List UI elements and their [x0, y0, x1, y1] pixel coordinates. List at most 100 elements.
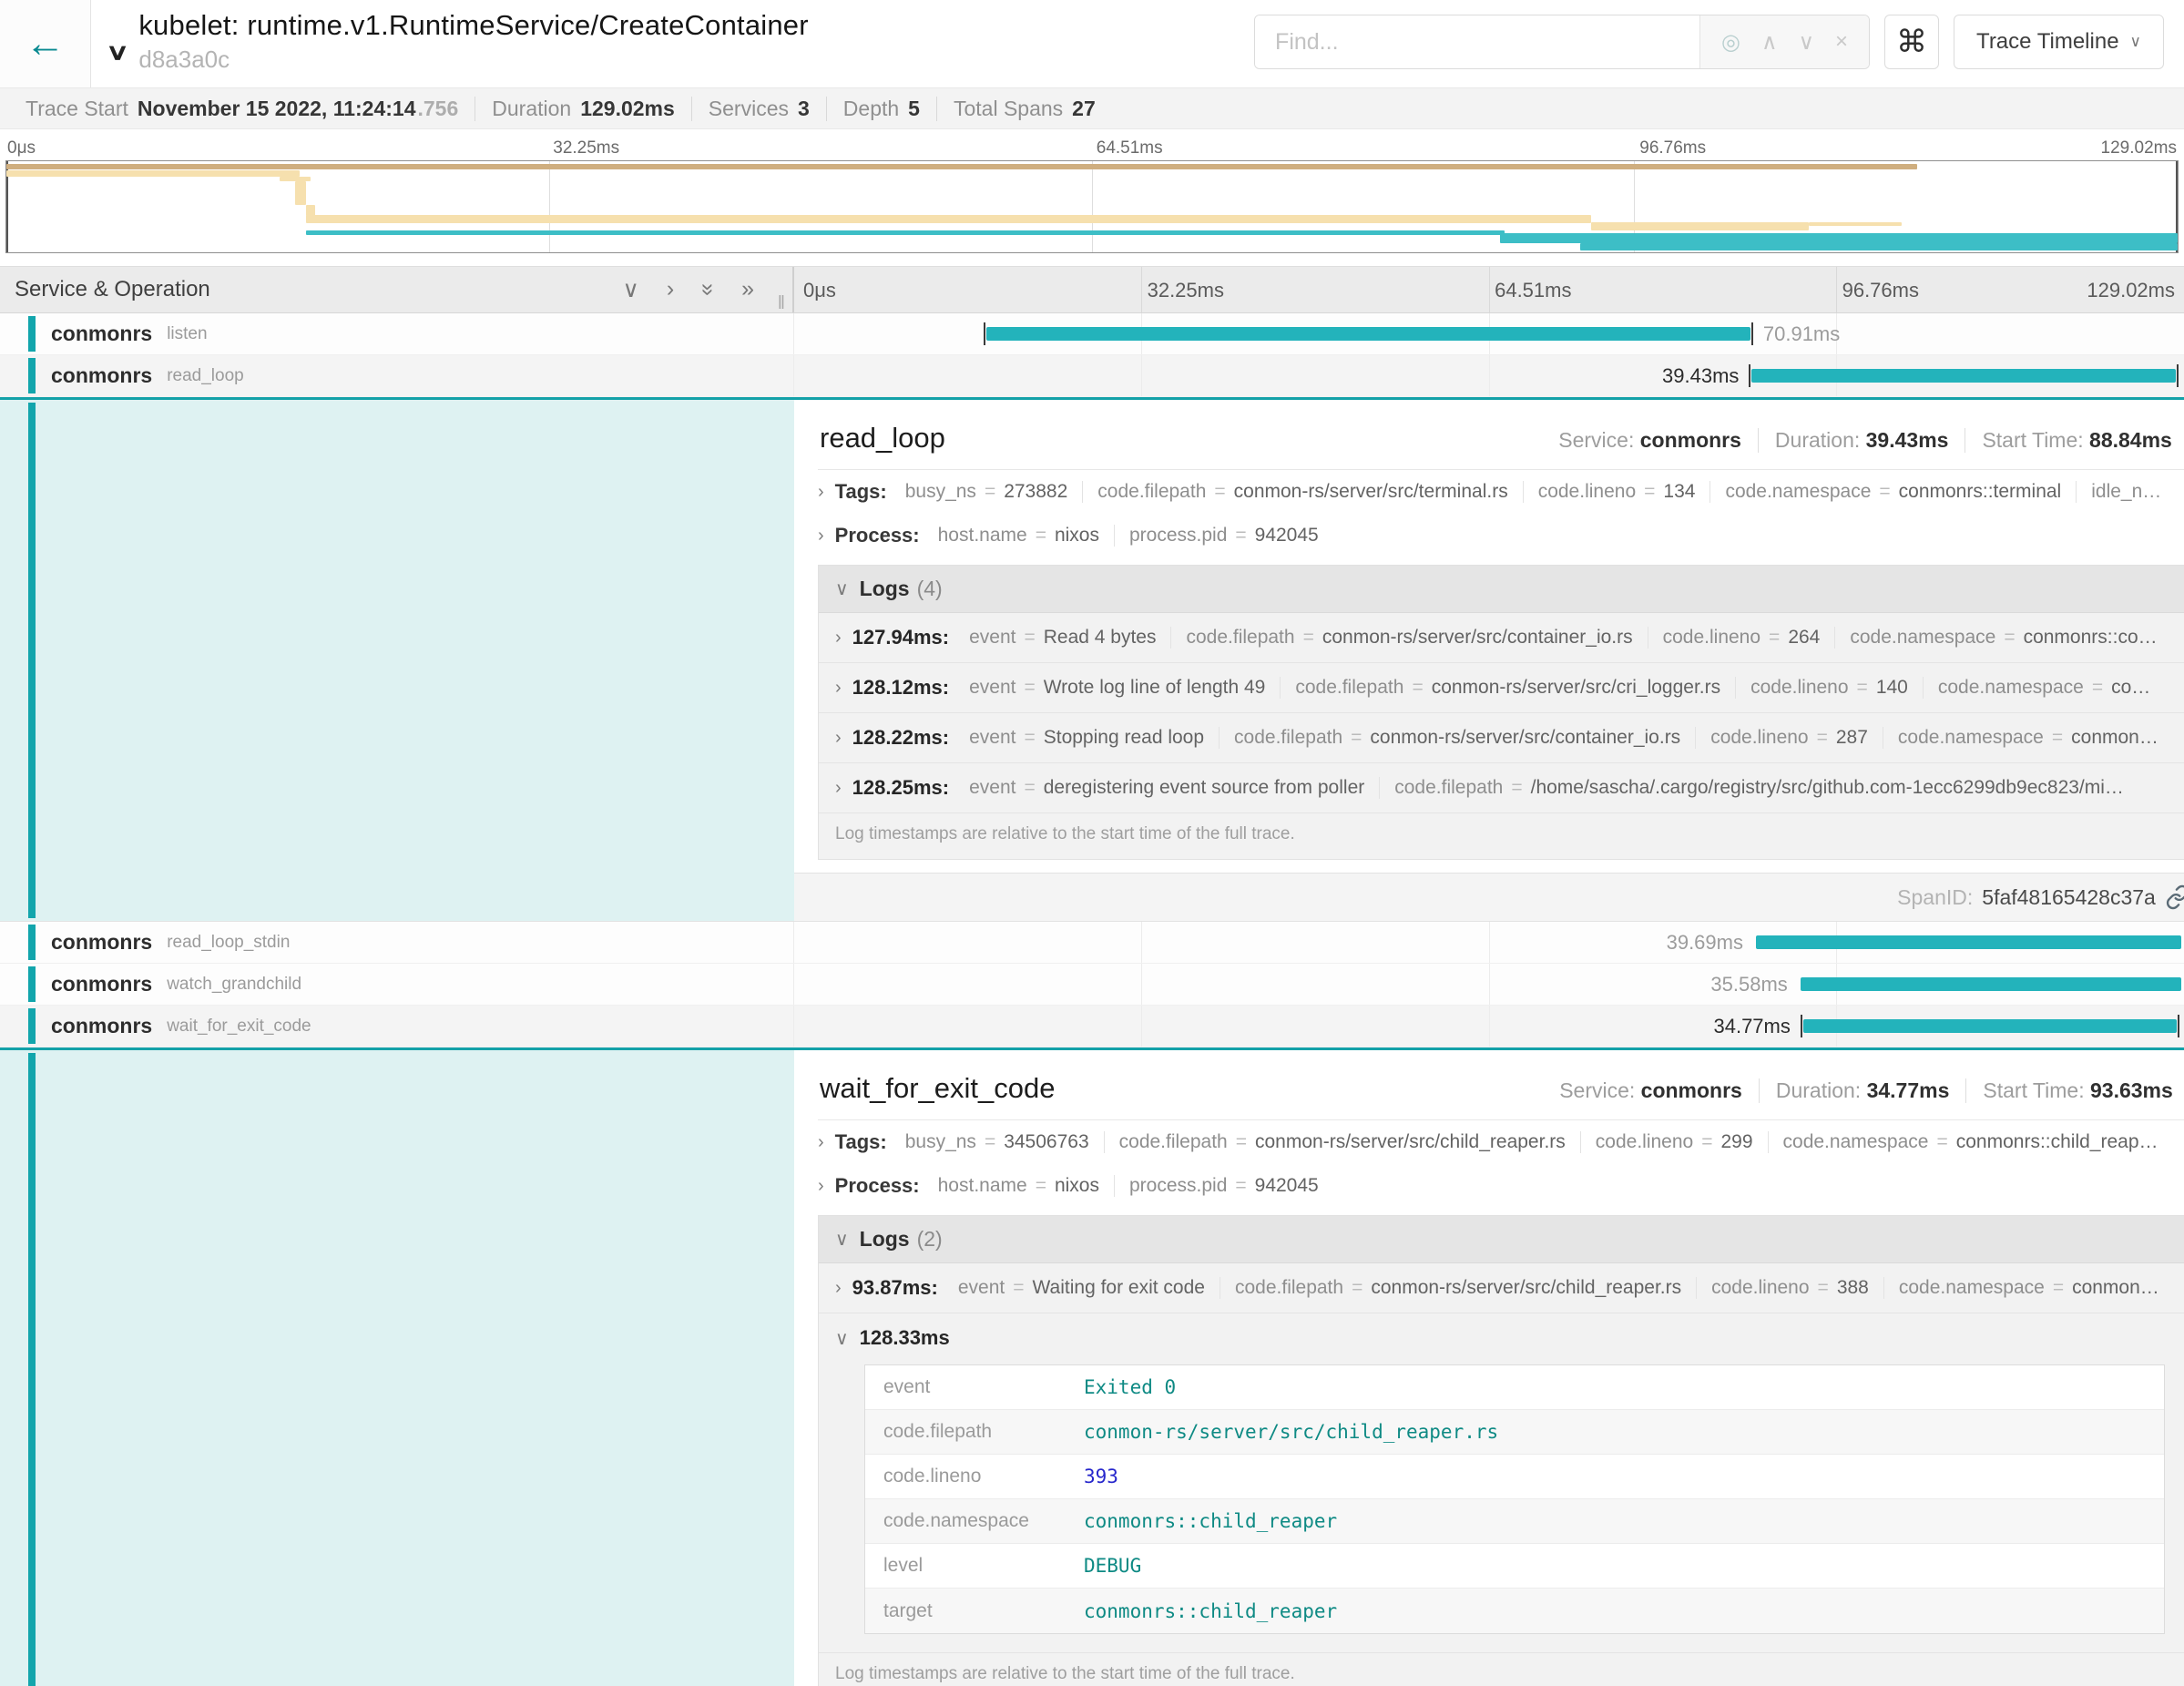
tags-list: busy_ns=34506763code.filepath=conmon-rs/…: [891, 1131, 2173, 1153]
logs-section: ∨ Logs (2) ›93.87ms:event=Waiting for ex…: [818, 1215, 2184, 1686]
span-name-cell[interactable]: conmonrs listen: [0, 313, 794, 354]
span-row-watch-grandchild[interactable]: conmonrs watch_grandchild 35.58ms: [0, 964, 2184, 1006]
process-list: host.name=nixosprocess.pid=942045: [924, 525, 1333, 547]
process-row[interactable]: › Process: host.name=nixosprocess.pid=94…: [818, 514, 2184, 557]
span-duration-bar[interactable]: [1756, 935, 2181, 949]
log-entry[interactable]: ›128.25ms:event=deregistering event sour…: [819, 763, 2184, 813]
find-input[interactable]: [1255, 15, 1699, 68]
log-timestamp: 128.25ms:: [852, 776, 949, 800]
log-entry[interactable]: ›127.94ms:event=Read 4 bytescode.filepat…: [819, 613, 2184, 663]
span-bar-cell[interactable]: 39.43ms: [794, 355, 2184, 396]
tags-label: Tags:: [835, 1130, 887, 1154]
minimap-span-bar: [295, 181, 306, 205]
process-row[interactable]: › Process: host.name=nixosprocess.pid=94…: [818, 1164, 2184, 1208]
span-name-cell[interactable]: conmonrs read_loop: [0, 355, 794, 396]
kv-item: code.lineno=140: [1735, 677, 1923, 699]
span-row-read-loop[interactable]: conmonrs read_loop 39.43ms: [0, 355, 2184, 397]
log-field-row: code.filepathconmon-rs/server/src/child_…: [865, 1410, 2164, 1455]
timeline-header: Service & Operation ∨ › » » ‖ 0μs 32.25m…: [0, 266, 2184, 313]
logs-header[interactable]: ∨ Logs (2): [819, 1216, 2184, 1263]
service-color-stripe: [28, 1008, 36, 1044]
chevron-down-icon: ∨: [835, 1327, 849, 1350]
spanid-label: SpanID:: [1897, 885, 1973, 910]
tags-row[interactable]: › Tags: busy_ns=34506763code.filepath=co…: [818, 1120, 2184, 1164]
app-header: ← ∨ kubelet: runtime.v1.RuntimeService/C…: [0, 0, 2184, 87]
back-button[interactable]: ←: [0, 0, 91, 87]
logs-header[interactable]: ∨ Logs (4): [819, 566, 2184, 613]
logs-label: Logs: [860, 1227, 910, 1252]
trace-summary-bar: Trace Start November 15 2022, 11:24:14.7…: [0, 87, 2184, 129]
span-name-cell[interactable]: conmonrs wait_for_exit_code: [0, 1006, 794, 1047]
minimap-tick-4: 129.02ms: [2101, 138, 2177, 158]
span-bar-cell[interactable]: 34.77ms: [794, 1006, 2184, 1047]
chevron-right-icon: ›: [835, 1278, 842, 1299]
log-entry[interactable]: ›128.12ms:event=Wrote log line of length…: [819, 663, 2184, 713]
expand-all-icon[interactable]: »: [741, 276, 754, 303]
minimap-span-bar: [306, 230, 1505, 235]
span-duration-bar[interactable]: [1803, 1019, 2177, 1033]
span-detail-panel: wait_for_exit_code Service: conmonrs Dur…: [794, 1050, 2184, 1686]
service-color-stripe: [28, 966, 36, 1002]
span-duration-bar[interactable]: [1801, 977, 2181, 991]
copy-link-icon[interactable]: [2165, 884, 2184, 910]
column-resizer-handle[interactable]: ‖: [778, 293, 785, 314]
kv-item: process.pid=942045: [1114, 525, 1333, 547]
span-bar-cell[interactable]: 70.91ms: [794, 313, 2184, 354]
span-bar-cell[interactable]: 39.69ms: [794, 922, 2184, 963]
span-row-read-loop-stdin[interactable]: conmonrs read_loop_stdin 39.69ms: [0, 922, 2184, 964]
span-duration-bar[interactable]: [986, 327, 1750, 341]
spanid-value: 5faf48165428c37a: [1982, 885, 2156, 910]
service-name: conmonrs: [51, 322, 152, 346]
span-row-listen[interactable]: conmonrs listen 70.91ms: [0, 313, 2184, 355]
kv-item: code.namespace=co…: [1923, 677, 2165, 699]
service-color-stripe: [28, 403, 36, 918]
minimap-span-bar: [1580, 243, 2178, 250]
expand-one-icon[interactable]: ›: [667, 276, 674, 303]
trace-collapse-chevron-icon[interactable]: ∨: [106, 38, 129, 65]
kv-item: code.namespace=conmonrs::terminal: [1709, 481, 2076, 503]
find-next-icon[interactable]: ∨: [1798, 29, 1814, 56]
find-clear-icon[interactable]: ×: [1835, 29, 1848, 55]
operation-name: read_loop_stdin: [167, 933, 290, 953]
detail-meta: Service: conmonrs Duration: 39.43ms Star…: [1542, 428, 2184, 453]
span-duration-label: 70.91ms: [1763, 322, 1840, 346]
log-timestamp: 127.94ms:: [852, 626, 949, 649]
log-entry[interactable]: ∨128.33mseventExited 0code.filepathconmo…: [819, 1313, 2184, 1653]
chevron-right-icon: ›: [835, 678, 842, 699]
tags-row[interactable]: › Tags: busy_ns=273882code.filepath=conm…: [818, 470, 2184, 514]
collapse-one-icon[interactable]: ∨: [623, 276, 639, 303]
span-name-cell[interactable]: conmonrs watch_grandchild: [0, 964, 794, 1005]
spacer: [0, 253, 2184, 266]
minimap-span-bar: [6, 170, 300, 177]
kv-item: code.lineno=388: [1696, 1277, 1883, 1299]
detail-header: wait_for_exit_code Service: conmonrs Dur…: [818, 1068, 2184, 1120]
trace-view-selector[interactable]: Trace Timeline ∨: [1954, 15, 2164, 69]
keyboard-shortcuts-button[interactable]: ⌘: [1884, 15, 1939, 69]
span-bar-cell[interactable]: 35.58ms: [794, 964, 2184, 1005]
kv-item: code.filepath=/home/sascha/.cargo/regist…: [1379, 777, 2138, 799]
log-entry[interactable]: ›93.87ms:event=Waiting for exit codecode…: [819, 1263, 2184, 1313]
find-prev-icon[interactable]: ∧: [1761, 29, 1778, 56]
collapse-all-icon[interactable]: »: [694, 283, 721, 296]
operation-name: listen: [167, 324, 207, 344]
kv-item: busy_ns=34506763: [891, 1131, 1104, 1153]
logs-label: Logs: [860, 577, 910, 601]
span-detail-panel: read_loop Service: conmonrs Duration: 39…: [794, 400, 2184, 921]
process-label: Process:: [835, 524, 920, 547]
span-row-wait-for-exit-code[interactable]: conmonrs wait_for_exit_code 34.77ms: [0, 1006, 2184, 1047]
trace-start-ms: .756: [418, 97, 459, 121]
focus-target-icon[interactable]: ◎: [1721, 29, 1740, 56]
service-name: conmonrs: [51, 972, 152, 996]
minimap-canvas[interactable]: [5, 160, 2179, 253]
process-list: host.name=nixosprocess.pid=942045: [924, 1175, 1333, 1197]
kv-item: event=Read 4 bytes: [954, 627, 1170, 649]
span-name-cell[interactable]: conmonrs read_loop_stdin: [0, 922, 794, 963]
span-duration-bar[interactable]: [1751, 369, 2175, 383]
detail-span-title: wait_for_exit_code: [820, 1072, 1056, 1105]
log-entry[interactable]: ›128.22ms:event=Stopping read loopcode.f…: [819, 713, 2184, 763]
kv-item: host.name=nixos: [924, 525, 1114, 547]
chevron-right-icon: ›: [818, 526, 824, 547]
process-label: Process:: [835, 1174, 920, 1198]
operation-name: read_loop: [167, 366, 244, 386]
operation-name: watch_grandchild: [167, 975, 301, 995]
